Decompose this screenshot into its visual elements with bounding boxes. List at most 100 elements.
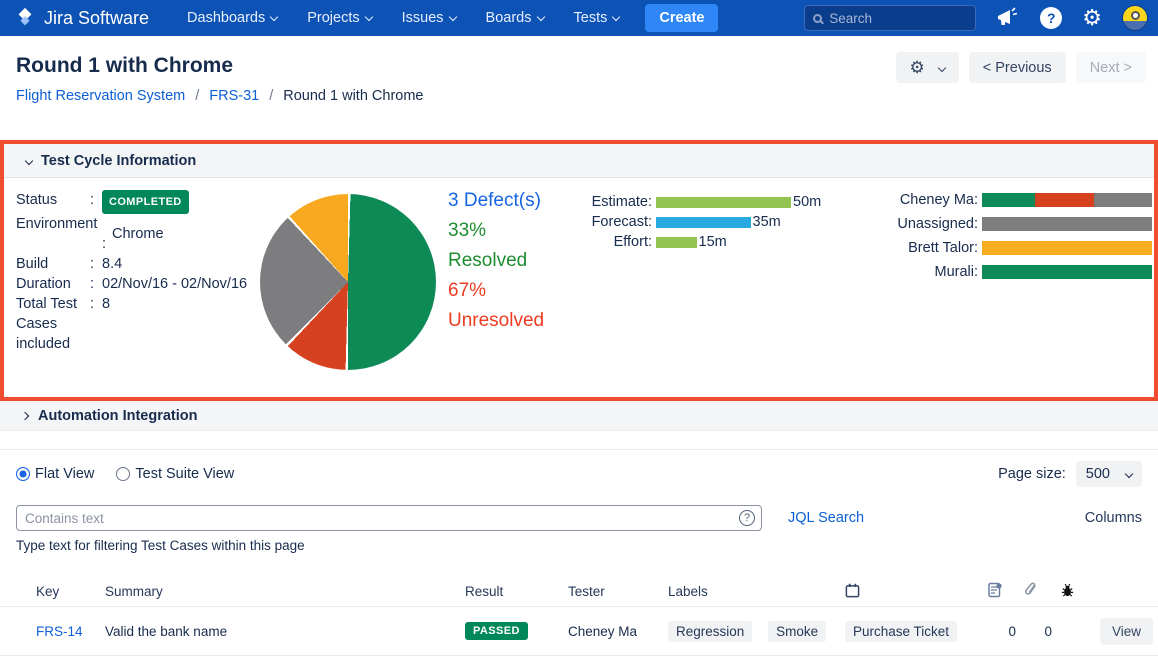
radio-selected-icon: [16, 467, 30, 481]
filter-help-icon[interactable]: ?: [739, 510, 755, 526]
calendar-icon[interactable]: [845, 583, 988, 601]
tester-row: Murali:: [884, 260, 1152, 284]
info-duration-row: Duration : 02/Nov/16 - 02/Nov/16: [16, 274, 256, 294]
col-summary[interactable]: Summary: [105, 584, 465, 599]
jql-search-link[interactable]: JQL Search: [788, 510, 864, 526]
previous-button[interactable]: < Previous: [969, 52, 1066, 83]
nav-menu: Dashboards Projects Issues Boards Tests: [187, 10, 619, 26]
chevron-down-icon: [1125, 470, 1133, 478]
defect-pie-chart: [260, 194, 436, 370]
table-header: Key Summary Result Tester Labels: [0, 577, 1158, 607]
time-tracking-chart: Estimate:50mForecast:35mEffort:15m: [590, 192, 821, 252]
col-labels[interactable]: Labels: [668, 584, 845, 599]
col-key[interactable]: Key: [36, 584, 105, 599]
page-header: Round 1 with Chrome Flight Reservation S…: [0, 36, 1158, 140]
filter-bar: ? JQL Search Columns: [0, 505, 1158, 531]
settings-gear-icon[interactable]: ⚙: [1082, 7, 1102, 29]
user-avatar[interactable]: [1122, 5, 1148, 31]
nav-dashboards[interactable]: Dashboards: [187, 10, 277, 26]
time-bar: [656, 237, 697, 248]
time-tracking-row: Forecast:35m: [590, 212, 821, 232]
tester-progress-chart: Cheney Ma:Unassigned:Brett Talor:Murali:: [884, 188, 1152, 284]
help-icon[interactable]: ?: [1040, 7, 1062, 29]
nav-projects[interactable]: Projects: [307, 10, 371, 26]
defect-summary: 3 Defect(s) 33% Resolved 67% Unresolved: [448, 186, 544, 336]
test-cycle-panel: Test Cycle Information Status : COMPLETE…: [4, 144, 1154, 397]
label-chip[interactable]: Regression: [668, 621, 752, 642]
time-tracking-row: Effort:15m: [590, 232, 821, 252]
test-cycle-panel-header[interactable]: Test Cycle Information: [4, 144, 1154, 178]
view-controls: Flat View Test Suite View Page size: 500: [0, 449, 1158, 497]
chevron-down-icon: [270, 13, 278, 21]
tester-name: Cheney Ma: [568, 624, 668, 639]
chevron-down-icon: [364, 13, 372, 21]
search-input[interactable]: Search: [804, 5, 976, 31]
col-tester[interactable]: Tester: [568, 584, 668, 599]
info-total-row: Total Test Cases included : 8: [16, 294, 256, 354]
header-actions: ⚙ < Previous Next >: [896, 52, 1146, 83]
chevron-down-icon: [612, 13, 620, 21]
jira-logo[interactable]: Jira Software: [14, 7, 149, 29]
time-bar: [656, 217, 751, 228]
chevron-down-icon: [938, 63, 946, 71]
breadcrumb-project-link[interactable]: Flight Reservation System: [16, 88, 185, 104]
tester-row: Unassigned:: [884, 212, 1152, 236]
tester-row: Brett Talor:: [884, 236, 1152, 260]
columns-button[interactable]: Columns: [1085, 510, 1142, 526]
cycle-info-list: Status : COMPLETED Environment : Chrome …: [16, 190, 256, 354]
nav-tests[interactable]: Tests: [574, 10, 620, 26]
chevron-down-icon: [536, 13, 544, 21]
tester-bar: [982, 217, 1152, 231]
tester-row: Cheney Ma:: [884, 188, 1152, 212]
megaphone-icon[interactable]: [996, 7, 1020, 29]
flat-view-radio[interactable]: Flat View: [16, 466, 94, 482]
breadcrumb-current: Round 1 with Chrome: [283, 88, 423, 104]
cycle-settings-button[interactable]: ⚙: [896, 52, 959, 83]
radio-unselected-icon: [116, 467, 130, 481]
breadcrumb-issue-link[interactable]: FRS-31: [209, 88, 259, 104]
contains-text-input[interactable]: [16, 505, 762, 531]
tester-bar: [982, 193, 1152, 207]
schedule-chip[interactable]: Purchase Ticket: [845, 621, 957, 642]
chevron-down-icon: [448, 13, 456, 21]
view-button[interactable]: View: [1100, 618, 1153, 645]
gear-icon: ⚙: [910, 59, 925, 76]
testcase-summary: Valid the bank name: [105, 624, 465, 639]
label-chip[interactable]: Smoke: [768, 621, 826, 642]
labels-cell: Regression Smoke: [668, 621, 845, 642]
tester-bar: [982, 265, 1152, 279]
automation-integration-header[interactable]: Automation Integration: [0, 401, 1158, 431]
next-button: Next >: [1076, 52, 1146, 83]
create-button[interactable]: Create: [645, 4, 718, 32]
info-build-row: Build : 8.4: [16, 254, 256, 274]
page-size-select[interactable]: 500: [1076, 461, 1142, 487]
annotation-highlight-box: Test Cycle Information Status : COMPLETE…: [0, 140, 1158, 401]
chevron-right-icon: [21, 411, 29, 419]
breadcrumb: Flight Reservation System / FRS-31 / Rou…: [16, 88, 1142, 104]
attachment-paperclip-icon[interactable]: [1024, 582, 1060, 601]
chevron-down-icon: [25, 156, 33, 164]
navbar-right: Search ? ⚙: [804, 5, 1148, 31]
col-result[interactable]: Result: [465, 584, 568, 599]
tester-bar: [982, 241, 1152, 255]
bug-icon[interactable]: [1060, 583, 1098, 601]
testcase-key-link[interactable]: FRS-14: [36, 624, 105, 639]
table-row: FRS-14 Valid the bank name PASSED Cheney…: [0, 607, 1158, 656]
info-environment-row: Environment : Chrome: [16, 214, 256, 254]
top-navbar: Jira Software Dashboards Projects Issues…: [0, 0, 1158, 36]
test-steps-icon[interactable]: [988, 582, 1024, 601]
nav-issues[interactable]: Issues: [402, 10, 456, 26]
search-icon: [813, 14, 822, 23]
filter-help-text: Type text for filtering Test Cases withi…: [0, 531, 1158, 553]
test-cycle-panel-body: Status : COMPLETED Environment : Chrome …: [4, 178, 1154, 397]
docs-count: 0: [988, 624, 1024, 639]
search-placeholder: Search: [829, 11, 872, 26]
result-badge[interactable]: PASSED: [465, 622, 528, 640]
test-suite-view-radio[interactable]: Test Suite View: [116, 466, 234, 482]
defect-count[interactable]: 3 Defect(s): [448, 186, 544, 216]
attachments-count: 0: [1024, 624, 1060, 639]
status-badge: COMPLETED: [102, 190, 189, 214]
page-size-label: Page size:: [998, 466, 1066, 482]
nav-boards[interactable]: Boards: [486, 10, 544, 26]
info-status-row: Status : COMPLETED: [16, 190, 256, 214]
